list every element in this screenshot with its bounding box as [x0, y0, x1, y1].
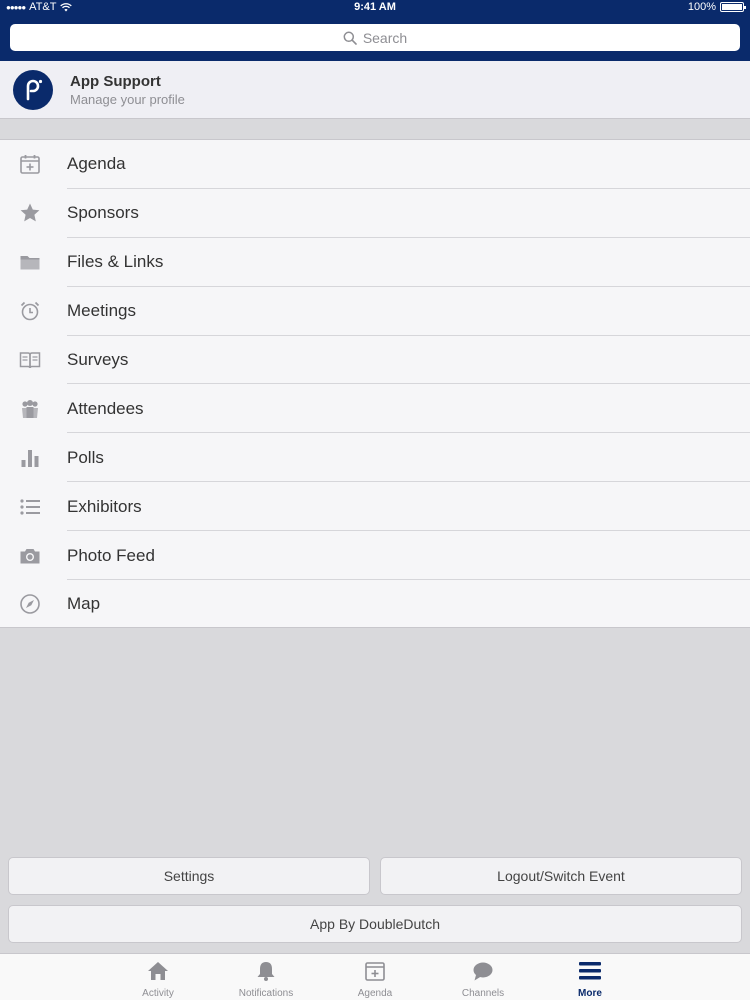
menu-item-label: Files & Links: [67, 252, 164, 272]
menu-item-label: Polls: [67, 447, 104, 467]
app-credit-button[interactable]: App By DoubleDutch: [8, 905, 742, 943]
bar-chart-icon: [19, 447, 41, 469]
logout-switch-event-button[interactable]: Logout/Switch Event: [380, 857, 742, 895]
menu-item-surveys[interactable]: Surveys: [0, 336, 750, 385]
people-icon: [19, 398, 41, 420]
tab-channels[interactable]: Channels: [438, 954, 528, 1000]
avatar: [13, 70, 53, 110]
camera-icon: [19, 545, 41, 567]
menu-item-label: Agenda: [67, 154, 126, 174]
menu-item-files-links[interactable]: Files & Links: [0, 238, 750, 287]
calendar-icon: [19, 153, 41, 175]
search-input[interactable]: Search: [10, 24, 740, 51]
compass-icon: [19, 593, 41, 615]
tab-activity[interactable]: Activity: [113, 954, 203, 1000]
menu-item-label: Exhibitors: [67, 496, 142, 516]
bell-icon: [221, 960, 311, 982]
calendar-icon: [330, 960, 420, 982]
menu-item-attendees[interactable]: Attendees: [0, 384, 750, 434]
battery-percent: 100%: [687, 1, 716, 13]
tab-label: Agenda: [357, 988, 393, 999]
menu-item-agenda[interactable]: Agenda: [0, 140, 750, 189]
folder-icon: [19, 251, 41, 273]
menu-item-label: Attendees: [67, 398, 144, 418]
alarm-clock-icon: [19, 300, 41, 322]
menu-item-sponsors[interactable]: Sponsors: [0, 189, 750, 238]
tab-label: More: [578, 988, 602, 999]
menu-item-label: Meetings: [67, 301, 136, 321]
menu-item-photo-feed[interactable]: Photo Feed: [0, 531, 750, 580]
chat-bubble-icon: [438, 960, 528, 982]
tab-agenda[interactable]: Agenda: [330, 954, 420, 1000]
book-icon: [19, 349, 41, 371]
search-placeholder: Search: [362, 29, 408, 46]
tab-more[interactable]: More: [545, 954, 635, 1000]
list-icon: [19, 496, 41, 518]
profile-title: App Support: [70, 73, 161, 90]
tab-label: Channels: [461, 988, 505, 999]
menu-item-map[interactable]: Map: [0, 580, 750, 629]
tab-label: Notifications: [238, 988, 294, 999]
tab-bar: Activity Notifications Agenda Channels M…: [0, 953, 750, 1000]
profile-subtitle: Manage your profile: [70, 92, 185, 107]
search-bar: Search: [0, 16, 750, 61]
settings-button[interactable]: Settings: [8, 857, 370, 895]
profile-row[interactable]: App Support Manage your profile: [0, 61, 750, 119]
search-icon: [343, 31, 357, 45]
status-right: 100%: [687, 1, 746, 13]
menu-icon: [545, 960, 635, 982]
menu-item-meetings[interactable]: Meetings: [0, 287, 750, 336]
tab-notifications[interactable]: Notifications: [221, 954, 311, 1000]
status-time: 9:41 AM: [354, 1, 396, 13]
more-menu-list: Agenda Sponsors Files & Links Meetings S…: [0, 139, 750, 628]
status-bar: ●●●●● AT&T 9:41 AM 100%: [0, 0, 750, 16]
menu-item-label: Map: [67, 594, 101, 614]
menu-item-label: Sponsors: [67, 203, 139, 223]
tab-label: Activity: [142, 988, 174, 999]
menu-item-label: Surveys: [67, 350, 129, 369]
menu-item-exhibitors[interactable]: Exhibitors: [0, 482, 750, 532]
battery-icon: [720, 2, 746, 12]
app-logo-icon: [26, 79, 43, 101]
star-icon: [19, 202, 41, 224]
menu-item-label: Photo Feed: [67, 545, 155, 565]
home-icon: [113, 960, 203, 982]
menu-item-polls[interactable]: Polls: [0, 433, 750, 483]
